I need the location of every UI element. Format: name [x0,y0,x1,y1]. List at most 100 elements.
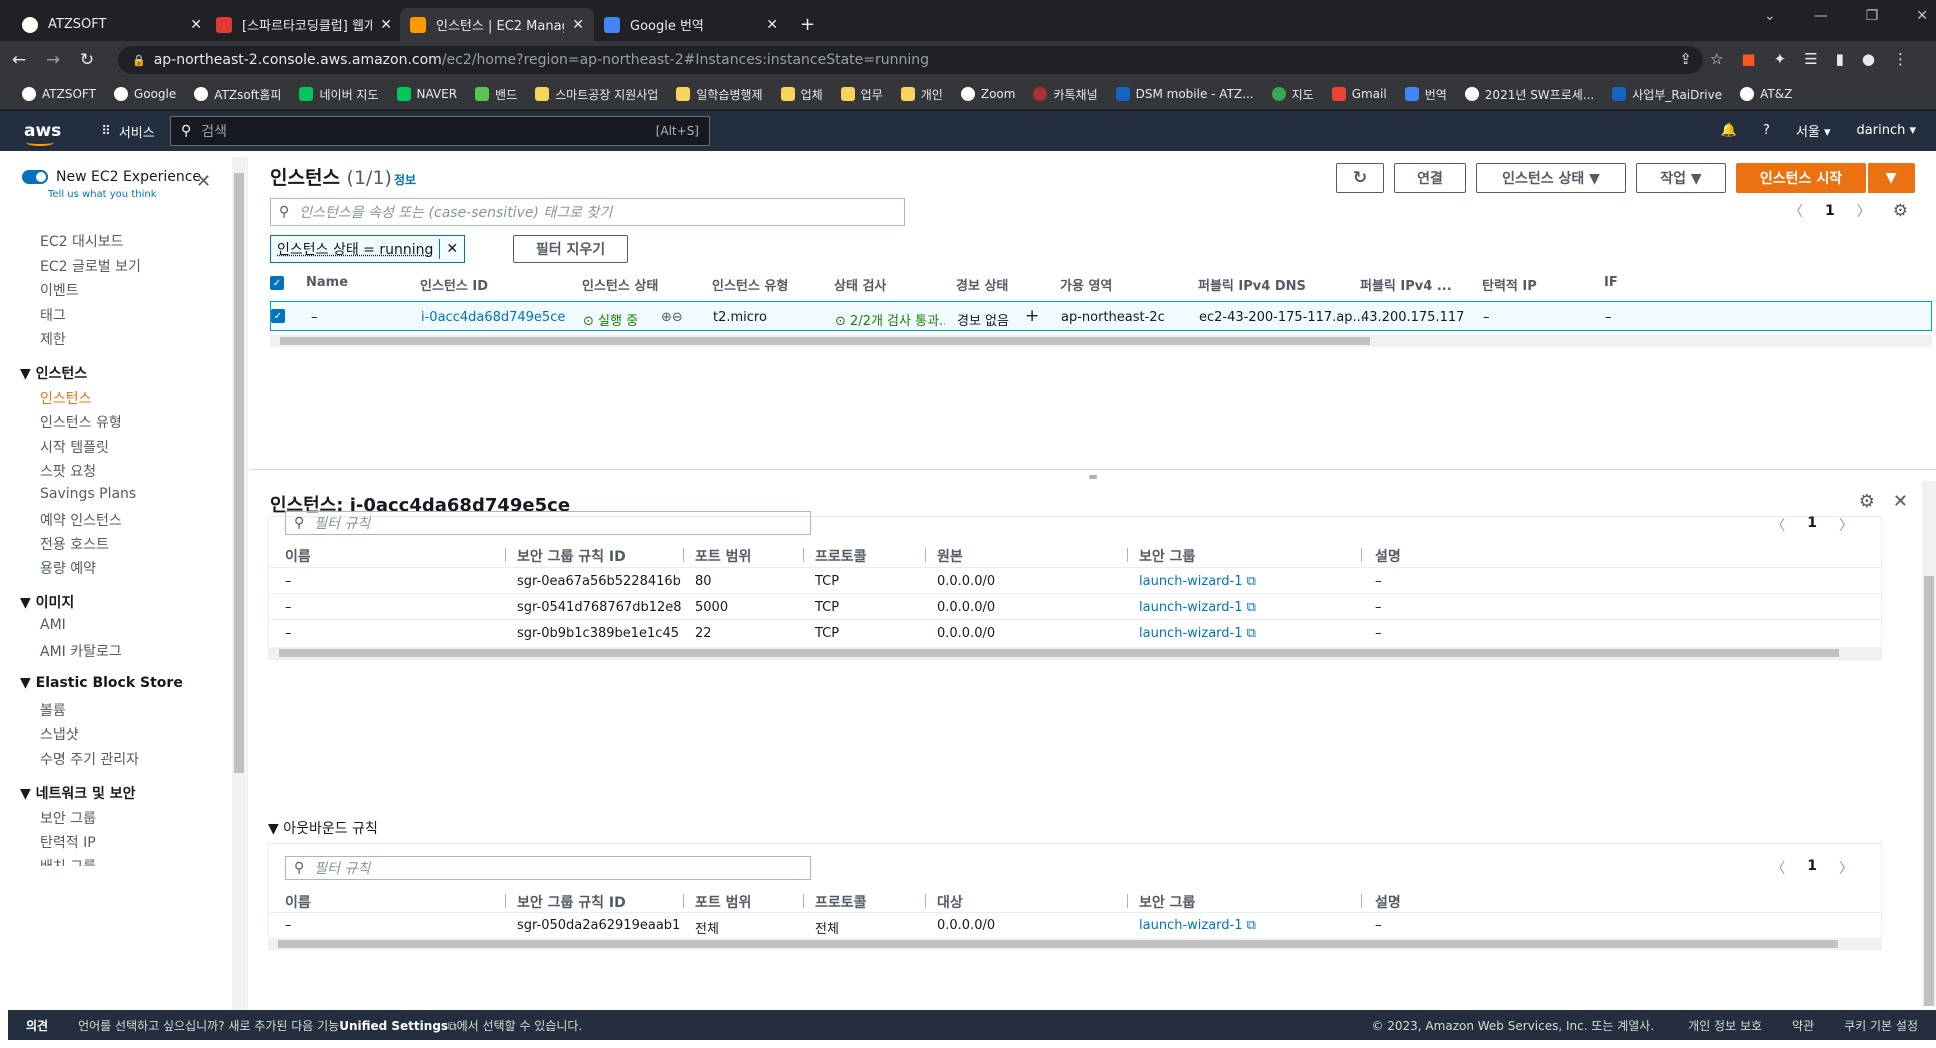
close-icon[interactable]: ✕ [196,171,211,192]
row-checkbox[interactable]: ✓ [271,309,285,323]
restore-icon[interactable]: ❐ [1866,8,1879,24]
bookmark-folder[interactable]: 업무 [840,86,883,103]
col-header[interactable]: 설명 [1375,546,1401,566]
puzzle-icon[interactable]: ✦ [1774,50,1787,68]
remove-filter-icon[interactable]: ✕ [440,241,464,257]
security-group-link[interactable]: launch-wizard-1 ⧉ [1139,600,1256,615]
sidebar-item-volumes[interactable]: 볼륨 [40,700,66,720]
col-header[interactable]: 포트 범위 [695,546,751,566]
bookmark-item[interactable]: 카톡채널 [1033,86,1098,103]
sidebar-item-ami-catalog[interactable]: AMI 카탈로그 [40,641,122,661]
sidepanel-icon[interactable]: ▮ [1836,50,1844,68]
account-menu[interactable]: darinch ▾ [1857,123,1916,138]
terms-link[interactable]: 약관 [1792,1017,1814,1034]
bookmark-item[interactable]: 네이버 지도 [299,86,379,103]
new-tab-button[interactable]: + [790,8,820,41]
help-icon[interactable]: ? [1763,123,1770,138]
bookmark-item[interactable]: ATZsoft홈피 [194,86,281,103]
extension-icon[interactable]: ■ [1741,50,1755,68]
col-header[interactable]: 이름 [285,546,311,566]
table-row[interactable]: ✓ – i-0acc4da68d749e5ce ⊙ 실행 중 ⊕⊖ t2.mic… [270,301,1932,331]
sidebar-section-ebs[interactable]: ▼ Elastic Block Store [20,675,183,691]
security-group-link[interactable]: launch-wizard-1 ⧉ [1139,626,1256,641]
horizontal-scrollbar[interactable] [268,938,1882,950]
close-icon[interactable]: ✕ [572,17,584,33]
bookmark-item[interactable]: ATZSOFT [22,87,96,101]
detail-vertical-scrollbar[interactable] [1922,481,1936,1006]
sidebar-section-instances[interactable]: ▼ 인스턴스 [20,363,87,383]
region-selector[interactable]: 서울 ▾ [1796,121,1831,140]
filter-token[interactable]: 인스턴스 상태 = running ✕ [270,235,466,263]
current-page[interactable]: 1 [1807,515,1817,535]
current-page[interactable]: 1 [1807,858,1817,878]
sidebar-item-security-groups[interactable]: 보안 그룹 [40,808,96,828]
bookmark-folder[interactable]: 업체 [780,86,823,103]
prev-page-icon[interactable]: 〈 [1771,515,1785,535]
sidebar-item-instances[interactable]: 인스턴스 [40,388,92,408]
sidebar-item-capacity[interactable]: 용량 예약 [40,558,96,578]
actions-button[interactable]: 작업 ▼ [1636,163,1726,193]
launch-instance-button[interactable]: 인스턴스 시작 [1736,163,1866,193]
sidebar-item-global-view[interactable]: EC2 글로벌 보기 [40,256,141,276]
col-header[interactable]: 인스턴스 상태 [582,275,658,294]
aws-logo[interactable]: aws [24,121,61,146]
info-link[interactable]: 정보 [394,171,416,188]
close-icon[interactable]: ✕ [190,17,202,33]
reading-list-icon[interactable]: ☰ [1804,50,1817,68]
col-header[interactable]: 보안 그룹 [1139,546,1195,566]
col-header[interactable]: 인스턴스 유형 [712,275,788,294]
select-all-checkbox[interactable]: ✓ [270,276,284,290]
aws-search[interactable]: ⚲ 검색 [Alt+S] [170,116,710,146]
tab-google-translate[interactable]: Google 번역 ✕ [594,8,788,41]
next-page-icon[interactable]: 〉 [1839,858,1853,878]
bookmark-folder[interactable]: 일학습병행제 [676,86,763,103]
horizontal-scrollbar[interactable] [270,335,1932,347]
bookmark-item[interactable]: 밴드 [475,86,517,103]
share-icon[interactable]: ⇪ [1679,50,1692,68]
bookmark-item[interactable]: 지도 [1271,86,1314,103]
sidebar-item-placement-groups[interactable]: 배치 그룹 [40,856,96,866]
close-icon[interactable]: ✕ [380,17,392,33]
sidebar-item-events[interactable]: 이벤트 [40,280,79,300]
col-header[interactable]: 이름 [285,892,311,912]
bookmark-item[interactable]: NAVER [396,87,457,101]
col-header[interactable]: 퍼블릭 IPv4 DNS [1198,275,1306,294]
sidebar-section-network[interactable]: ▼ 네트워크 및 보안 [20,783,136,803]
settings-gear-icon[interactable]: ⚙ [1859,491,1875,512]
next-page-icon[interactable]: 〉 [1857,201,1871,221]
sidebar-item-launch-templates[interactable]: 시작 템플릿 [40,437,109,457]
sidebar-scrollbar[interactable] [232,157,246,1010]
next-page-icon[interactable]: 〉 [1839,515,1853,535]
bookmark-item[interactable]: 2021년 SW프로세... [1464,86,1594,103]
refresh-button[interactable]: ↻ [1336,163,1384,193]
col-header[interactable]: 프로토콜 [815,892,867,912]
sidebar-item-dashboard[interactable]: EC2 대시보드 [40,231,124,251]
col-header[interactable]: 포트 범위 [695,892,751,912]
panel-splitter[interactable]: ═ [250,469,1936,484]
instance-state-button[interactable]: 인스턴스 상태 ▼ [1476,163,1626,193]
bookmark-folder[interactable]: 개인 [900,86,943,103]
connect-button[interactable]: 연결 [1394,163,1466,193]
horizontal-scrollbar[interactable] [269,647,1881,659]
tab-sparta[interactable]: [스파르타코딩클럽] 웹개발 종합 ✕ [206,8,402,41]
col-header[interactable]: 퍼블릭 IPv4 ... [1360,275,1452,294]
services-button[interactable]: ⠿ 서비스 [101,122,154,141]
bookmark-item[interactable]: 사업부_RaiDrive [1612,86,1722,103]
sidebar-item-ami[interactable]: AMI [40,617,66,633]
new-experience-toggle[interactable] [22,170,48,184]
col-header[interactable]: 경보 상태 [956,275,1008,294]
sidebar-item-snapshots[interactable]: 스냅샷 [40,724,79,744]
bookmark-star-icon[interactable]: ☆ [1710,50,1723,68]
bookmark-item[interactable]: Google [113,87,176,101]
tab-ec2[interactable]: 인스턴스 | EC2 Management Co ✕ [400,8,594,41]
col-header[interactable]: 가용 영역 [1060,275,1112,294]
profile-avatar-icon[interactable]: ● [1862,50,1875,68]
sidebar-item-dedicated-hosts[interactable]: 전용 호스트 [40,534,109,554]
sidebar-item-tags[interactable]: 태그 [40,305,66,325]
col-header[interactable]: 프로토콜 [815,546,867,566]
sidebar-item-elastic-ip[interactable]: 탄력적 IP [40,832,96,852]
instance-id-link[interactable]: i-0acc4da68d749e5ce [421,310,565,325]
cookie-preferences-link[interactable]: 쿠키 기본 설정 [1844,1017,1918,1034]
prev-page-icon[interactable]: 〈 [1771,858,1785,878]
tab-atzsoft[interactable]: ATZSOFT ✕ [12,8,212,41]
